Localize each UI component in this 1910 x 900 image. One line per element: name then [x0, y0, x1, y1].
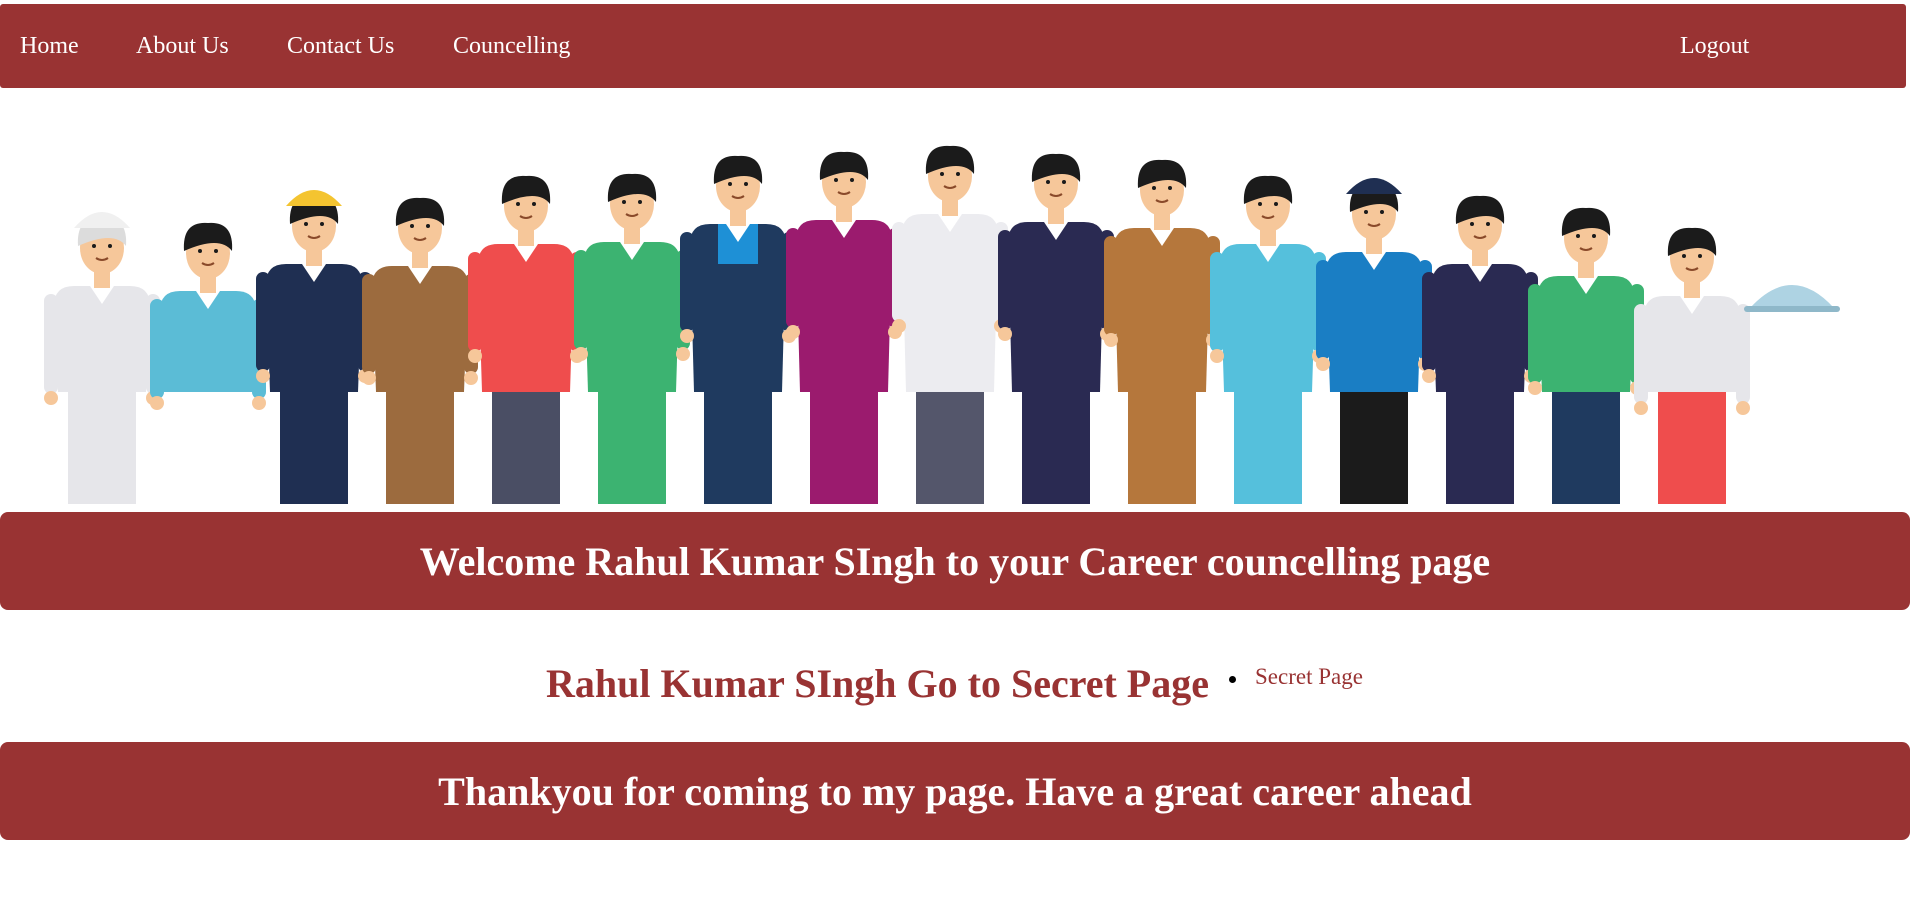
bullet-icon — [1229, 676, 1236, 683]
courier-figure — [362, 197, 478, 504]
nav-logout-link[interactable]: Logout — [1680, 34, 1749, 58]
nav-contact-link[interactable]: Contact Us — [287, 34, 394, 58]
chef-figure — [44, 212, 160, 504]
worker-figure — [468, 175, 584, 504]
pilot-figure — [998, 153, 1114, 504]
manager-figure — [1422, 195, 1538, 504]
secret-page-heading: Rahul Kumar SIngh Go to Secret Page — [546, 661, 1209, 706]
stewardess-figure — [786, 151, 902, 504]
secret-page-link[interactable]: Secret Page — [1255, 664, 1363, 689]
serving-tray-icon — [1744, 285, 1840, 312]
waitress-figure — [1634, 227, 1750, 504]
hero-illustration — [40, 122, 1910, 504]
list-item: Secret Page — [1229, 664, 1363, 690]
mechanic-figure — [680, 155, 796, 504]
welcome-banner: Welcome Rahul Kumar SIngh to your Career… — [0, 512, 1910, 610]
engineer-figure — [256, 190, 372, 504]
police-figure — [1316, 178, 1432, 504]
doctor-green-figure — [574, 173, 690, 504]
photographer-figure — [1528, 207, 1644, 504]
welcome-text: Welcome Rahul Kumar SIngh to your Career… — [419, 538, 1491, 584]
professionals-illustration — [44, 145, 1840, 504]
top-navbar: Home About Us Contact Us Councelling Log… — [0, 4, 1906, 88]
thankyou-text: Thankyou for coming to my page. Have a g… — [438, 768, 1472, 814]
secret-links-list: Secret Page — [1229, 664, 1363, 690]
doctor-figure — [892, 145, 1008, 504]
nurse-blue-figure — [1210, 175, 1326, 504]
nurse-figure — [150, 222, 266, 504]
thankyou-banner: Thankyou for coming to my page. Have a g… — [0, 742, 1910, 840]
nav-councelling-link[interactable]: Councelling — [453, 34, 570, 58]
nav-about-link[interactable]: About Us — [136, 34, 229, 58]
nav-home-link[interactable]: Home — [20, 34, 79, 58]
businessman-figure — [1104, 159, 1220, 504]
